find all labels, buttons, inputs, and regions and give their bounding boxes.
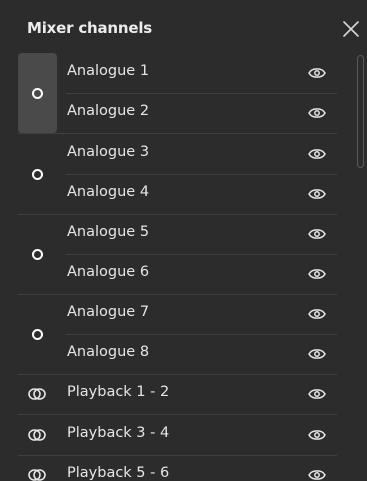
channel-row: Playback 5 - 6 bbox=[66, 455, 337, 481]
playback-row-1-2: Playback 1 - 2 bbox=[18, 374, 337, 414]
playback-row-5-6: Playback 5 - 6 bbox=[18, 455, 337, 481]
panel-title: Mixer channels bbox=[27, 19, 153, 37]
channel-label: Analogue 3 bbox=[67, 144, 150, 160]
eye-icon[interactable] bbox=[308, 468, 326, 481]
channel-row: Analogue 6 bbox=[66, 254, 337, 294]
channel-label: Analogue 7 bbox=[67, 304, 150, 320]
eye-icon[interactable] bbox=[308, 307, 326, 321]
stereo-link-icon[interactable] bbox=[27, 387, 47, 401]
channel-pair-analogue-7-8: Analogue 7 Analogue 8 bbox=[18, 294, 337, 374]
channel-label: Playback 5 - 6 bbox=[67, 465, 170, 481]
channel-label: Playback 1 - 2 bbox=[67, 384, 170, 400]
channel-pair-analogue-5-6: Analogue 5 Analogue 6 bbox=[18, 214, 337, 294]
link-ring-icon bbox=[32, 249, 43, 260]
channel-label: Analogue 2 bbox=[67, 103, 150, 119]
eye-icon[interactable] bbox=[308, 428, 326, 442]
channel-label: Playback 3 - 4 bbox=[67, 425, 170, 441]
eye-icon[interactable] bbox=[308, 387, 326, 401]
mixer-channels-panel: Mixer channels Analogue 1 Analogue 2 Ana… bbox=[0, 0, 367, 481]
stereo-link-toggle[interactable] bbox=[18, 134, 57, 214]
channel-label: Analogue 5 bbox=[67, 224, 150, 240]
channel-row: Analogue 8 bbox=[66, 334, 337, 374]
close-icon[interactable] bbox=[342, 20, 360, 38]
eye-icon[interactable] bbox=[308, 267, 326, 281]
link-ring-icon bbox=[32, 169, 43, 180]
channel-row: Analogue 4 bbox=[66, 174, 337, 214]
stereo-link-toggle[interactable] bbox=[18, 53, 57, 133]
channel-row: Analogue 7 bbox=[66, 294, 337, 334]
channel-pair-analogue-3-4: Analogue 3 Analogue 4 bbox=[18, 134, 337, 214]
eye-icon[interactable] bbox=[308, 106, 326, 120]
eye-icon[interactable] bbox=[308, 66, 326, 80]
eye-icon[interactable] bbox=[308, 227, 326, 241]
channel-label: Analogue 4 bbox=[67, 184, 150, 200]
stereo-link-toggle[interactable] bbox=[18, 214, 57, 294]
stereo-link-toggle[interactable] bbox=[18, 294, 57, 374]
channel-row: Analogue 3 bbox=[66, 134, 337, 174]
playback-row-3-4: Playback 3 - 4 bbox=[18, 415, 337, 455]
eye-icon[interactable] bbox=[308, 147, 326, 161]
channel-row: Playback 3 - 4 bbox=[66, 415, 337, 455]
scrollbar-thumb[interactable] bbox=[357, 55, 364, 168]
channel-row: Playback 1 - 2 bbox=[66, 374, 337, 414]
channel-pair-analogue-1-2: Analogue 1 Analogue 2 bbox=[18, 53, 337, 133]
eye-icon[interactable] bbox=[308, 347, 326, 361]
channel-label: Analogue 6 bbox=[67, 264, 150, 280]
channel-label: Analogue 1 bbox=[67, 63, 150, 79]
channel-row: Analogue 2 bbox=[66, 93, 337, 133]
channel-list: Analogue 1 Analogue 2 Analogue 3 Analogu… bbox=[0, 53, 367, 481]
link-ring-icon bbox=[32, 329, 43, 340]
channel-label: Analogue 8 bbox=[67, 344, 150, 360]
channel-row: Analogue 5 bbox=[66, 214, 337, 254]
stereo-link-icon[interactable] bbox=[27, 428, 47, 442]
channel-row: Analogue 1 bbox=[66, 53, 337, 93]
stereo-link-icon[interactable] bbox=[27, 468, 47, 481]
link-ring-icon bbox=[32, 88, 43, 99]
eye-icon[interactable] bbox=[308, 187, 326, 201]
